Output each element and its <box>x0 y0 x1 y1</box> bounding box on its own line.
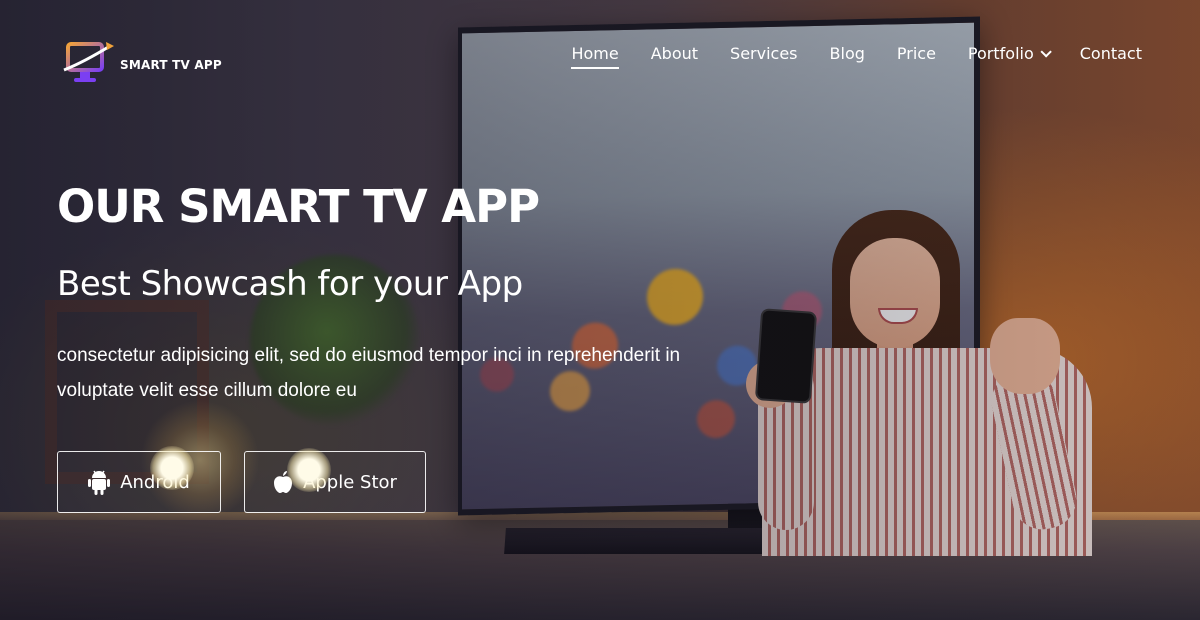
android-icon <box>88 470 111 495</box>
tv-logo-icon <box>63 42 114 82</box>
text-readability-overlay <box>0 0 1200 620</box>
hero-subtitle: Best Showcash for your App <box>57 264 523 304</box>
nav-blog[interactable]: Blog <box>830 44 865 69</box>
hero-title: OUR SMART TV APP <box>57 180 540 233</box>
lens-flare-decor <box>150 446 194 490</box>
nav-home[interactable]: Home <box>571 44 619 69</box>
main-navigation: Home About Services Blog Price Portfolio… <box>571 44 1142 69</box>
nav-price[interactable]: Price <box>897 44 936 69</box>
nav-contact[interactable]: Contact <box>1080 44 1142 69</box>
apple-store-button[interactable]: Apple Stor <box>244 448 426 513</box>
android-download-button[interactable]: Android <box>57 446 221 513</box>
hero-background-image <box>0 0 1200 620</box>
logo-text: SMART TV APP <box>120 58 222 72</box>
nav-services[interactable]: Services <box>730 44 797 69</box>
nav-about[interactable]: About <box>651 44 698 69</box>
hero-description: consectetur adipisicing elit, sed do eiu… <box>57 345 681 401</box>
nav-portfolio[interactable]: Portfolio <box>967 44 1052 69</box>
site-logo[interactable]: SMART TV APP <box>62 40 222 86</box>
nav-portfolio-label: Portfolio <box>967 44 1034 63</box>
lens-flare-decor <box>287 448 331 492</box>
chevron-down-icon <box>1040 45 1052 58</box>
